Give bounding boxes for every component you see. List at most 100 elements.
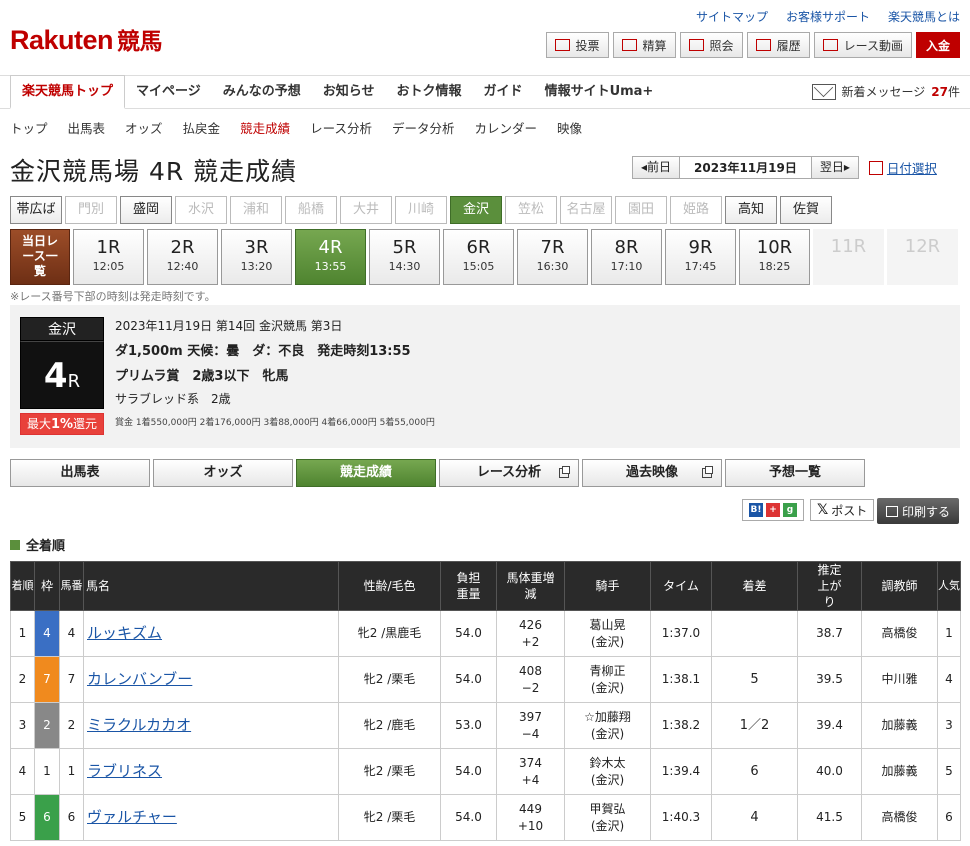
date-select-link[interactable]: 日付選択 [868, 158, 937, 177]
settle-button[interactable]: 精算 [612, 32, 676, 58]
race-3r[interactable]: 3R 13:20 [221, 229, 292, 285]
trainer-cell: 加藤義 [861, 702, 938, 749]
horse-name-cell: ルッキズム [83, 610, 339, 657]
race-6r[interactable]: 6R 15:05 [443, 229, 514, 285]
venue-himeji: 姫路 [670, 196, 722, 224]
bookmark-share-button[interactable]: B! + g [742, 499, 804, 521]
rank-cell: 4 [10, 748, 35, 795]
waku-cell: 4 [34, 610, 60, 657]
rakuten-keiba-logo[interactable]: Rakuten 競馬 [10, 22, 163, 56]
venue-nagoya: 名古屋 [560, 196, 612, 224]
today-races-button[interactable]: 当日レース一覧 [10, 229, 70, 285]
horse-name-link[interactable]: ヴァルチャー [87, 808, 177, 826]
venue-funabashi: 船橋 [285, 196, 337, 224]
race-8r[interactable]: 8R 17:10 [591, 229, 662, 285]
race-7r[interactable]: 7R 16:30 [517, 229, 588, 285]
horse-name-link[interactable]: ラブリネス [87, 762, 162, 780]
inquiry-button[interactable]: 照会 [679, 32, 743, 58]
subnav-odds[interactable]: オッズ [125, 118, 163, 137]
venue-saga[interactable]: 佐賀 [780, 196, 832, 224]
venue-obihiro[interactable]: 帯広ば [10, 196, 62, 224]
race-video-button[interactable]: レース動画 [813, 32, 912, 58]
popularity-cell: 6 [937, 794, 961, 841]
subnav-data[interactable]: データ分析 [392, 118, 455, 137]
subnav-payouts[interactable]: 払戻金 [183, 118, 221, 137]
nav-mypage[interactable]: マイページ [125, 76, 212, 109]
subnav-calendar[interactable]: カレンダー [474, 118, 537, 137]
vote-button[interactable]: 投票 [545, 32, 609, 58]
venue-kochi[interactable]: 高知 [725, 196, 777, 224]
tab-odds[interactable]: オッズ [153, 459, 293, 487]
race-selector: 当日レース一覧 1R 12:05 2R 12:40 3R 13:20 4R 13:55 … [10, 229, 958, 285]
horse-name-link[interactable]: カレンバンブー [87, 670, 192, 688]
race-5r[interactable]: 5R 14:30 [369, 229, 440, 285]
trainer-cell: 中川雅 [861, 656, 938, 703]
race-10r[interactable]: 10R 18:25 [739, 229, 810, 285]
sub-nav: トップ 出馬表 オッズ 払戻金 競走成績 レース分析 データ分析 カレンダー 映… [10, 118, 602, 137]
rank-cell: 1 [10, 610, 35, 657]
tab-entries[interactable]: 出馬表 [10, 459, 150, 487]
nav-news[interactable]: お知らせ [312, 76, 386, 109]
table-row: 5 6 6 ヴァルチャー 牝2 /栗毛 54.0 449 +10 甲賀弘 (金沢) 1:40.3 4 4… [10, 794, 961, 841]
body-weight-cell: 397 −4 [496, 702, 565, 749]
subnav-video[interactable]: 映像 [557, 118, 582, 137]
print-button[interactable]: 印刷する [877, 498, 959, 524]
tab-analysis[interactable]: レース分析 [439, 459, 579, 487]
cashback-badge: 最大1%還元 [20, 413, 104, 435]
sex-color-cell: 牝2 /鹿毛 [338, 702, 441, 749]
prev-day-button[interactable]: ◂前日 [633, 157, 681, 178]
body-weight-cell: 449 +10 [496, 794, 565, 841]
venue-selector: 帯広ば 門別 盛岡 水沢 浦和 船橋 大井 川崎 金沢 笠松 名古屋 園田 姫路… [10, 196, 832, 224]
waku-cell: 2 [34, 702, 60, 749]
support-link[interactable]: お客様サポート [786, 8, 870, 25]
sitemap-link[interactable]: サイトマップ [696, 8, 768, 25]
body-weight-cell: 374 +4 [496, 748, 565, 795]
nav-top[interactable]: 楽天競馬トップ [10, 75, 126, 109]
nav-umaplus[interactable]: 情報サイトUma+ [534, 76, 665, 109]
rank-cell: 2 [10, 656, 35, 703]
venue-morioka[interactable]: 盛岡 [120, 196, 172, 224]
time-cell: 1:37.0 [650, 610, 712, 657]
rank-cell: 5 [10, 794, 35, 841]
deposit-button[interactable]: 入金 [915, 32, 960, 58]
new-messages[interactable]: 新着メッセージ 27 件 [811, 83, 960, 100]
nav-guide[interactable]: ガイド [473, 76, 534, 109]
trainer-cell: 高橋俊 [861, 610, 938, 657]
race-9r[interactable]: 9R 17:45 [665, 229, 736, 285]
venue-sonoda: 園田 [615, 196, 667, 224]
horse-name-link[interactable]: ルッキズム [87, 624, 162, 642]
global-nav: 楽天競馬トップ マイページ みんなの予想 お知らせ おトク情報 ガイド 情報サイ… [0, 75, 970, 109]
race-4r[interactable]: 4R 13:55 [295, 229, 366, 285]
margin-cell: 4 [711, 794, 798, 841]
square-bullet-icon [10, 539, 20, 550]
nav-predictions[interactable]: みんなの予想 [212, 76, 312, 109]
subnav-analysis[interactable]: レース分析 [310, 118, 372, 137]
x-post-button[interactable]: 𝕏 ポスト [810, 499, 875, 521]
history-button[interactable]: 履歴 [746, 32, 810, 58]
umaban-cell: 6 [59, 794, 84, 841]
venue-kanazawa[interactable]: 金沢 [450, 196, 502, 224]
race-2r[interactable]: 2R 12:40 [147, 229, 218, 285]
race-11r: 11R [813, 229, 884, 285]
weight-cell: 54.0 [440, 656, 497, 703]
race-details: 2023年11月19日 第14回 金沢競馬 第3日 ダ1,500m 天候：曇 ダ… [115, 319, 435, 428]
tab-past-video[interactable]: 過去映像 [582, 459, 722, 487]
umaban-cell: 2 [59, 702, 84, 749]
subnav-results[interactable]: 競走成績 [240, 118, 290, 137]
horse-name-link[interactable]: ミラクルカカオ [87, 716, 191, 734]
race-1r[interactable]: 1R 12:05 [73, 229, 144, 285]
tab-results[interactable]: 競走成績 [296, 459, 436, 487]
share-buttons: B! + g 𝕏 ポスト [742, 499, 875, 521]
google-icon: g [783, 503, 797, 517]
nav-deals[interactable]: おトク情報 [386, 76, 473, 109]
about-link[interactable]: 楽天競馬とは [888, 8, 960, 25]
start-time-note: ※レース番号下部の時刻は発走時刻です。 [10, 290, 216, 303]
subnav-top[interactable]: トップ [10, 118, 48, 137]
venue-ooi: 大井 [340, 196, 392, 224]
next-day-button[interactable]: 翌日▸ [810, 157, 858, 178]
weight-cell: 54.0 [440, 794, 497, 841]
header-actions: 投票 精算 照会 履歴 レース動画 入金 [545, 32, 960, 58]
search-doc-icon [688, 39, 704, 51]
tab-predictions[interactable]: 予想一覧 [725, 459, 865, 487]
subnav-entries[interactable]: 出馬表 [68, 118, 106, 137]
